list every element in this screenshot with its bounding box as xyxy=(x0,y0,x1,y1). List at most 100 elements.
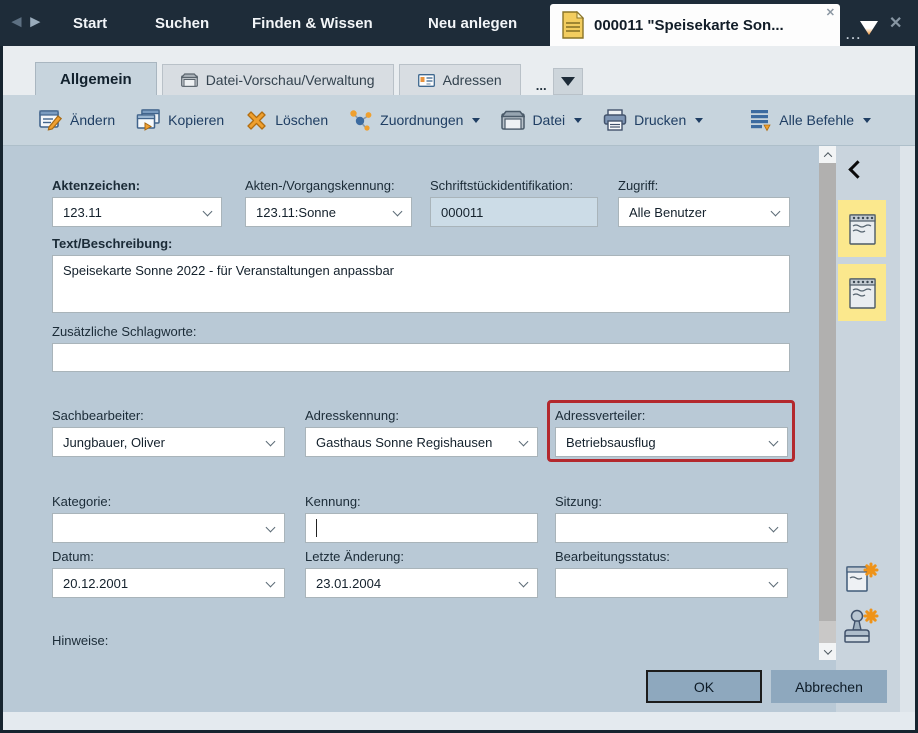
tabs-overflow-dots[interactable]: ... xyxy=(536,78,547,93)
zuordnungen-button[interactable]: Zuordnungen xyxy=(347,105,482,135)
scroll-up-button[interactable] xyxy=(819,146,836,163)
adresskennung-combobox[interactable]: Gasthaus Sonne Regishausen xyxy=(305,427,538,457)
sitzung-label: Sitzung: xyxy=(555,494,788,509)
hinweise-label: Hinweise: xyxy=(52,633,108,648)
field-vorgangskennung: Akten-/Vorgangskennung: 123.11:Sonne xyxy=(245,178,412,227)
chevron-down-icon xyxy=(203,207,213,217)
new-note-button[interactable] xyxy=(845,560,879,599)
field-sachbearbeiter: Sachbearbeiter: Jungbauer, Oliver xyxy=(52,408,285,457)
bearbeitungsstatus-label: Bearbeitungsstatus: xyxy=(555,549,788,564)
chevron-down-icon xyxy=(574,118,582,123)
scrollbar-thumb[interactable] xyxy=(819,163,836,621)
tab-adressen-label: Adressen xyxy=(443,72,502,88)
bearbeitungsstatus-combobox[interactable] xyxy=(555,568,788,598)
kopieren-button[interactable]: Kopieren xyxy=(134,105,226,135)
nav-arrows: ◄ ► xyxy=(8,12,44,32)
zuordnungen-label: Zuordnungen xyxy=(380,112,463,128)
delete-x-icon xyxy=(245,109,268,131)
notepad-icon xyxy=(849,212,876,245)
sachbearbeiter-value: Jungbauer, Oliver xyxy=(63,435,165,450)
new-note-icon xyxy=(845,560,879,594)
field-letzte-aenderung: Letzte Änderung: 23.01.2004 xyxy=(305,549,538,598)
kennung-input[interactable] xyxy=(305,513,538,543)
copy-icon xyxy=(136,109,161,131)
vorgangskennung-combobox[interactable]: 123.11:Sonne xyxy=(245,197,412,227)
tabs-dropdown-button[interactable] xyxy=(553,68,583,95)
sticky-note-1[interactable] xyxy=(838,200,886,257)
field-schriftstueck-id: Schriftstückidentifikation: 000011 xyxy=(430,178,598,227)
ok-button[interactable]: OK xyxy=(646,670,762,703)
alle-befehle-button[interactable]: Alle Befehle xyxy=(746,104,873,136)
document-properties-window: ◄ ► Start Suchen Finden & Wissen Neu anl… xyxy=(0,0,918,733)
ribbon-menu-finden-wissen[interactable]: Finden & Wissen xyxy=(252,0,373,46)
vorgangskennung-label: Akten-/Vorgangskennung: xyxy=(245,178,412,193)
loeschen-label: Löschen xyxy=(275,112,328,128)
ribbon-menu-start[interactable]: Start xyxy=(73,0,107,46)
tab-close-icon[interactable]: ✕ xyxy=(826,6,835,19)
aktenzeichen-value: 123.11 xyxy=(63,205,102,220)
schriftstueck-id-readonly-field: 000011 xyxy=(430,197,598,227)
drucken-button[interactable]: Drucken xyxy=(601,105,705,135)
ribbon-menu-suchen[interactable]: Suchen xyxy=(155,0,209,46)
vertical-scrollbar[interactable] xyxy=(819,146,836,660)
new-stamp-button[interactable] xyxy=(843,606,879,651)
window-close-icon[interactable]: ✕ xyxy=(889,13,902,33)
adresskennung-label: Adresskennung: xyxy=(305,408,538,423)
chevron-down-icon xyxy=(771,207,781,217)
chevron-down-icon xyxy=(769,523,779,533)
beschreibung-textarea[interactable]: Speisekarte Sonne 2022 - für Veranstaltu… xyxy=(52,255,790,313)
address-card-icon xyxy=(418,74,435,87)
kennung-label: Kennung: xyxy=(305,494,538,509)
chevron-down-icon xyxy=(769,578,779,588)
stamp-icon xyxy=(843,606,879,646)
chevron-down-icon xyxy=(863,118,871,123)
field-hinweise: Hinweise: xyxy=(52,633,108,652)
assignments-nodes-icon xyxy=(349,109,373,131)
chevron-down-icon xyxy=(266,523,276,533)
adressverteiler-combobox[interactable]: Betriebsausflug xyxy=(555,427,788,457)
chevron-down-icon xyxy=(472,118,480,123)
document-tab[interactable]: 000011 "Speisekarte Son... ✕ xyxy=(550,4,840,46)
drucken-label: Drucken xyxy=(634,112,686,128)
chevron-down-icon xyxy=(561,77,575,86)
field-bearbeitungsstatus: Bearbeitungsstatus: xyxy=(555,549,788,598)
zugriff-combobox[interactable]: Alle Benutzer xyxy=(618,197,790,227)
field-zugriff: Zugriff: Alle Benutzer xyxy=(618,178,790,227)
schriftstueck-id-value: 000011 xyxy=(441,205,483,220)
chevron-down-icon xyxy=(769,437,779,447)
nav-forward-icon[interactable]: ► xyxy=(27,12,44,32)
alle-befehle-label: Alle Befehle xyxy=(779,112,854,128)
abbrechen-button[interactable]: Abbrechen xyxy=(771,670,887,703)
ribbon-dropdown-icon[interactable] xyxy=(860,21,878,35)
datum-combobox[interactable]: 20.12.2001 xyxy=(52,568,285,598)
sachbearbeiter-combobox[interactable]: Jungbauer, Oliver xyxy=(52,427,285,457)
tab-adressen[interactable]: Adressen xyxy=(399,64,521,95)
tab-allgemein[interactable]: Allgemein xyxy=(35,62,157,95)
aktenzeichen-combobox[interactable]: 123.11 xyxy=(52,197,222,227)
tab-datei-vorschau[interactable]: Datei-Vorschau/Verwaltung xyxy=(162,64,394,95)
schlagworte-input[interactable] xyxy=(52,343,790,372)
adressverteiler-label: Adressverteiler: xyxy=(555,408,788,423)
kategorie-combobox[interactable] xyxy=(52,513,285,543)
aendern-button[interactable]: Ändern xyxy=(37,105,117,135)
sticky-note-2[interactable] xyxy=(838,264,886,321)
loeschen-button[interactable]: Löschen xyxy=(243,105,330,135)
field-schlagworte: Zusätzliche Schlagworte: xyxy=(52,324,790,372)
kopieren-label: Kopieren xyxy=(168,112,224,128)
schriftstueck-id-label: Schriftstückidentifikation: xyxy=(430,178,598,193)
beschreibung-value: Speisekarte Sonne 2022 - für Veranstaltu… xyxy=(63,263,394,278)
tab-datei-vorschau-label: Datei-Vorschau/Verwaltung xyxy=(206,72,375,88)
scroll-down-button[interactable] xyxy=(819,643,836,660)
nav-back-icon[interactable]: ◄ xyxy=(8,12,25,32)
letzte-aenderung-combobox[interactable]: 23.01.2004 xyxy=(305,568,538,598)
dialog-footer-strip xyxy=(3,712,915,730)
folder-icon xyxy=(501,110,525,130)
field-kategorie: Kategorie: xyxy=(52,494,285,543)
field-aktenzeichen: Aktenzeichen: 123.11 xyxy=(52,178,222,227)
sitzung-combobox[interactable] xyxy=(555,513,788,543)
field-adresskennung: Adresskennung: Gasthaus Sonne Regishause… xyxy=(305,408,538,457)
document-icon xyxy=(562,11,584,39)
datei-button[interactable]: Datei xyxy=(499,106,584,134)
aendern-label: Ändern xyxy=(70,112,115,128)
ribbon-menu-neu-anlegen[interactable]: Neu anlegen xyxy=(428,0,517,46)
